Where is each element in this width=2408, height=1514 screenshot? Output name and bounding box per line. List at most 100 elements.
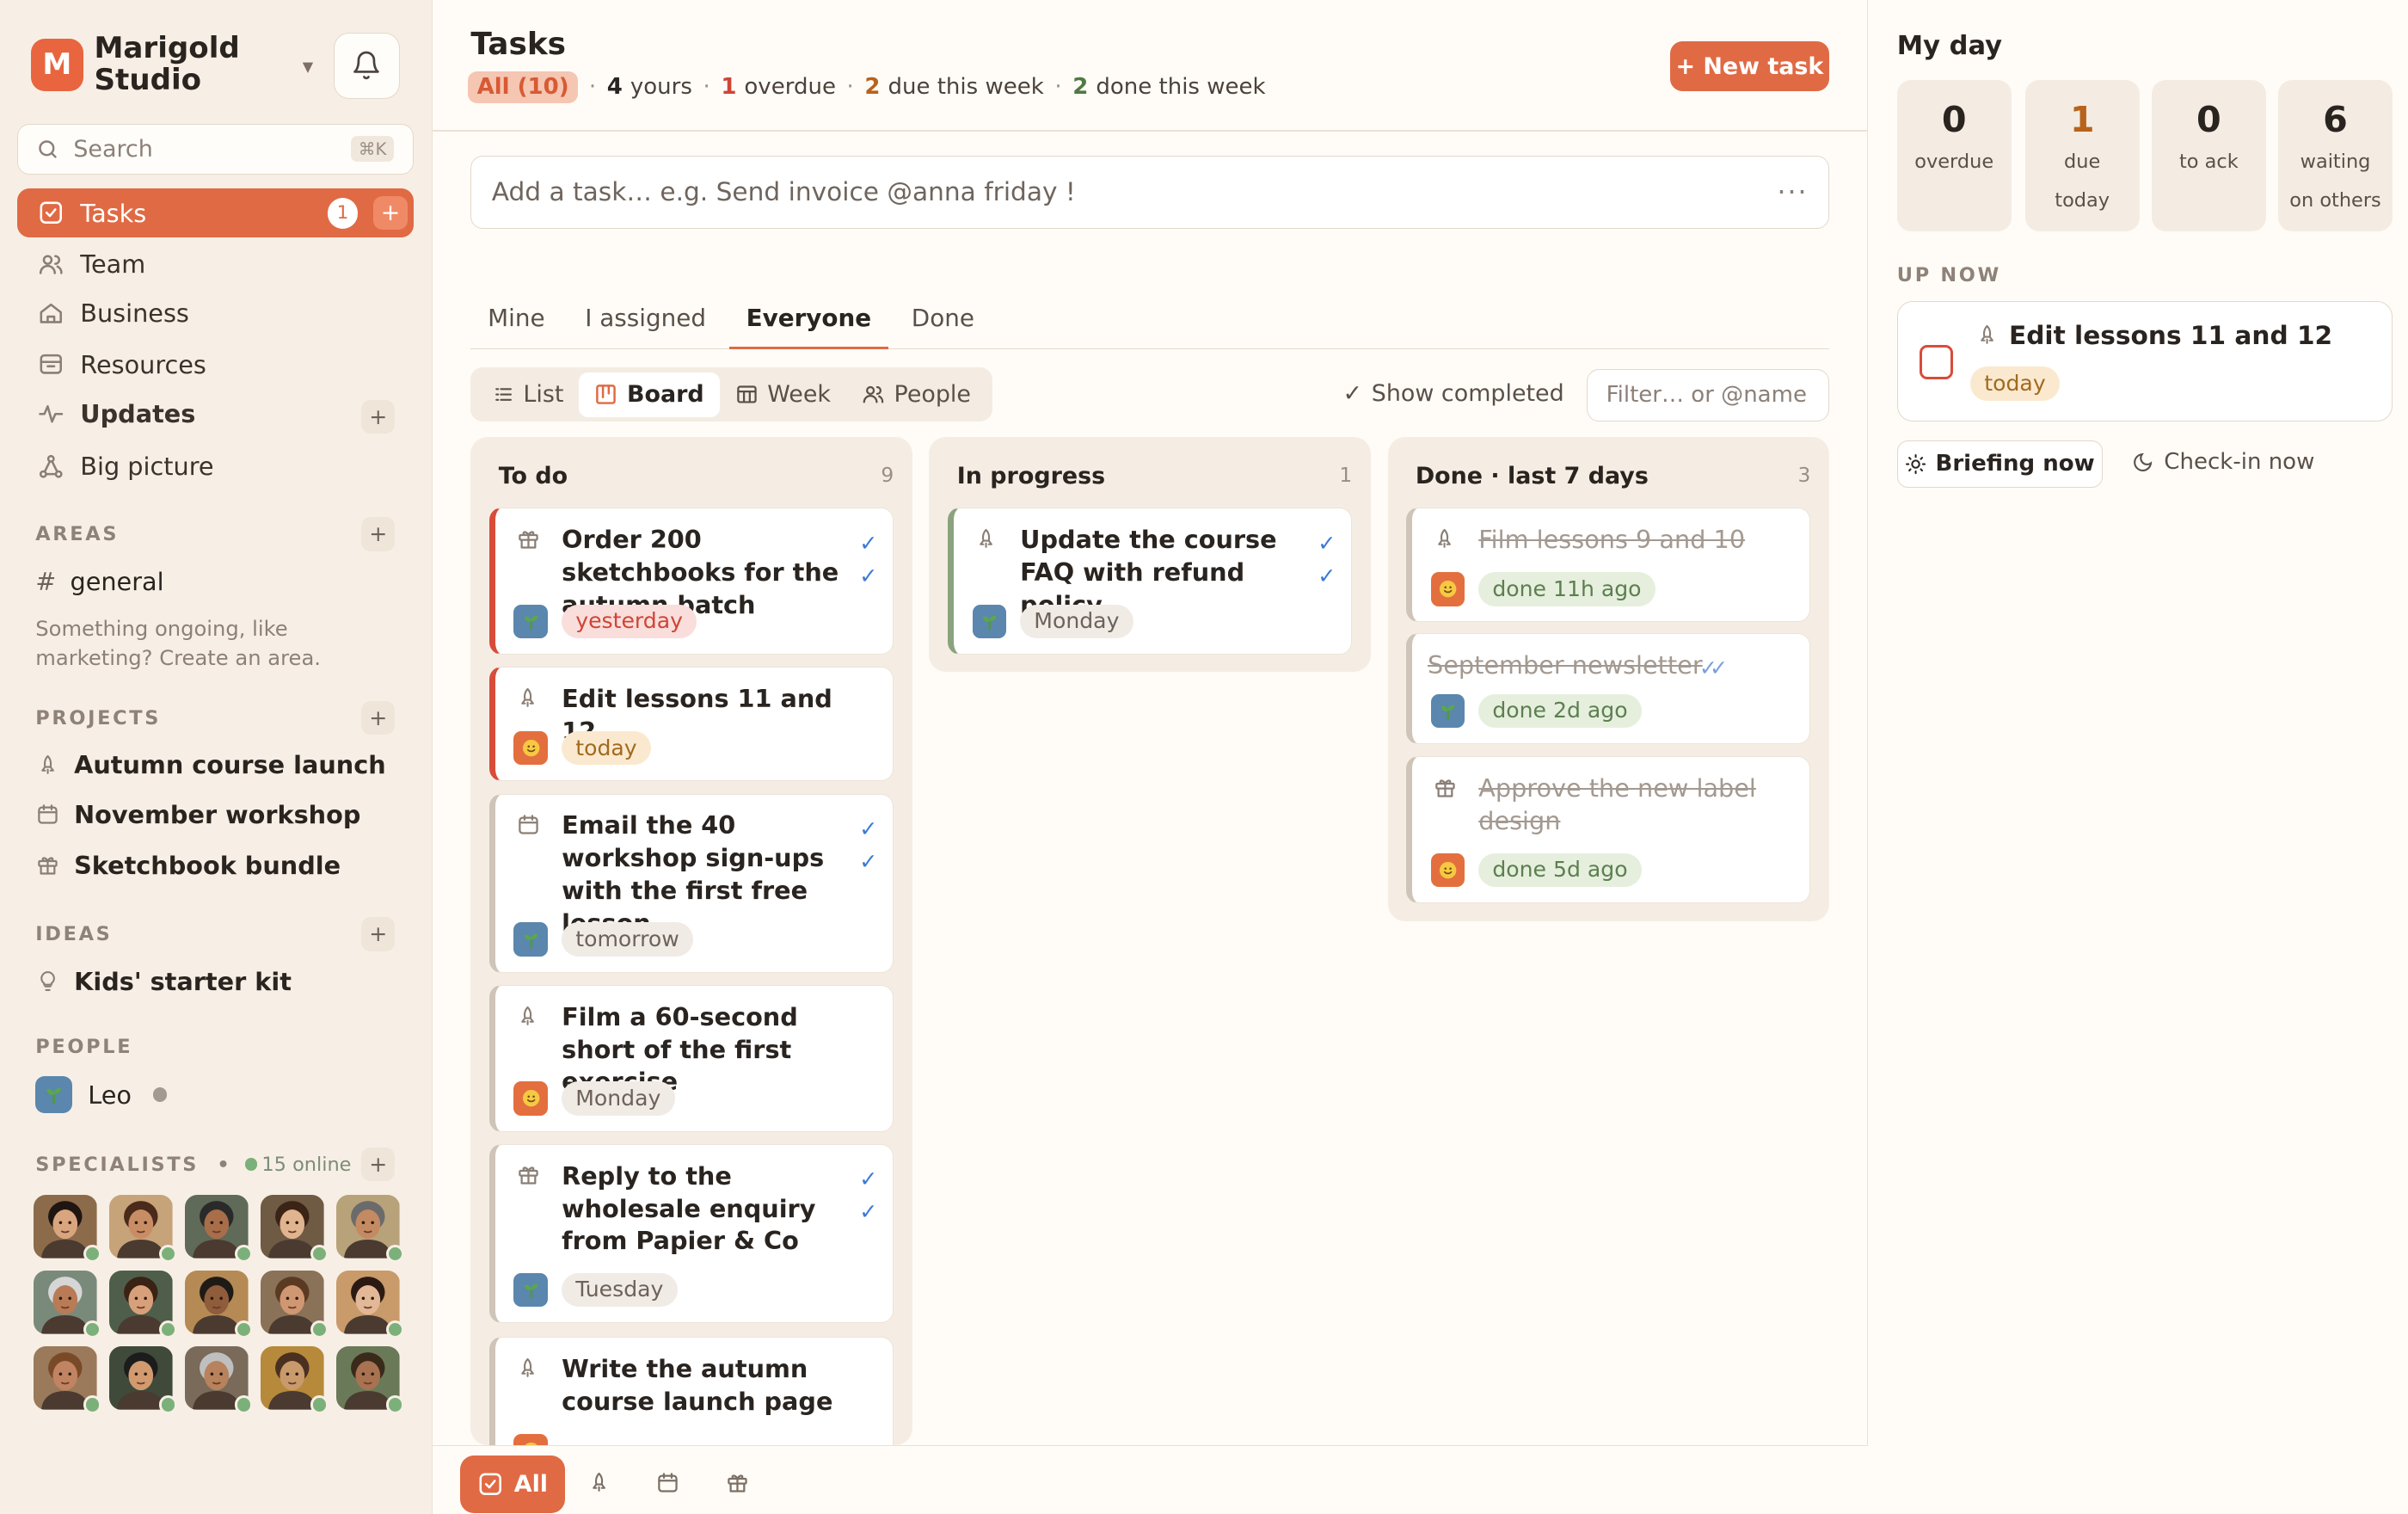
online-status-dot <box>234 1395 254 1414</box>
tab-everyone[interactable]: Everyone <box>728 301 888 349</box>
gift-icon[interactable] <box>726 1471 749 1494</box>
count-label[interactable]: overdue <box>744 74 836 100</box>
specialist-avatar[interactable] <box>261 1195 329 1264</box>
sprout-icon <box>513 604 548 639</box>
specialist-avatar[interactable] <box>261 1346 329 1414</box>
specialist-avatar[interactable] <box>336 1271 405 1339</box>
specialist-avatar[interactable] <box>34 1346 102 1414</box>
specialist-avatar[interactable] <box>109 1271 178 1339</box>
specialist-avatar[interactable] <box>261 1271 329 1339</box>
areas-hint: Something ongoing, like marketing? Creat… <box>35 617 321 671</box>
add-project-button[interactable]: + <box>360 700 396 735</box>
search-input[interactable]: Search ⌘K <box>16 123 414 175</box>
task-meta: today <box>513 730 651 766</box>
area-item-general[interactable]: # general <box>35 567 163 596</box>
task-card[interactable]: Write the autumn course launch page <box>488 1337 894 1445</box>
notifications-button[interactable] <box>333 32 400 99</box>
view-board-button[interactable]: Board <box>579 372 720 417</box>
view-people-button[interactable]: People <box>846 372 986 417</box>
task-title: Write the autumn course launch page <box>562 1354 833 1416</box>
my-day-stat[interactable]: 6 waiting on others <box>2278 80 2393 232</box>
project-item-november-workshop[interactable]: November workshop <box>35 800 360 829</box>
rocket-icon <box>35 754 60 777</box>
count-number: 2 <box>1072 74 1089 101</box>
add-specialist-button[interactable]: + <box>360 1147 396 1182</box>
task-card[interactable]: Film lessons 9 and 10 done 11h ago <box>1406 508 1811 623</box>
add-task-input[interactable]: Add a task… e.g. Send invoice @anna frid… <box>470 156 1829 229</box>
sidebar-item-big-picture[interactable]: Big picture <box>17 441 414 490</box>
sidebar-item-resources[interactable]: Resources <box>17 340 414 389</box>
specialist-avatar[interactable] <box>185 1346 254 1414</box>
search-shortcut: ⌘K <box>350 136 395 163</box>
person-item-leo[interactable]: Leo <box>35 1075 168 1114</box>
more-options-icon[interactable]: ··· <box>1777 175 1808 208</box>
board-column: Done · last 7 days 3 Film lessons 9 and 10… <box>1387 436 1829 922</box>
specialist-avatar[interactable] <box>185 1195 254 1264</box>
task-card[interactable]: Update the course FAQ with refund policy… <box>948 508 1353 655</box>
workspace-switcher[interactable]: M Marigold Studio <box>30 32 249 97</box>
add-update-button[interactable]: + <box>360 399 396 434</box>
specialist-avatar[interactable] <box>336 1346 405 1414</box>
tab-done[interactable]: Done <box>894 301 992 349</box>
filter-all-button[interactable]: All <box>459 1456 565 1513</box>
task-card[interactable]: September newsletter ✓✓ done 2d ago <box>1406 632 1811 745</box>
my-day-stat[interactable]: 0 to ack <box>2151 80 2266 232</box>
rocket-icon <box>517 1005 538 1028</box>
count-label[interactable]: yours <box>630 74 692 100</box>
specialist-avatar[interactable] <box>34 1195 102 1264</box>
task-card[interactable]: Edit lessons 11 and 12today <box>488 667 894 782</box>
show-completed-toggle[interactable]: ✓ Show completed <box>1342 380 1563 407</box>
new-task-button[interactable]: + New task <box>1669 41 1829 91</box>
task-card[interactable]: Reply to the wholesale enquiry from Papi… <box>488 1143 894 1324</box>
my-day-stat[interactable]: 1 due today <box>2024 80 2140 232</box>
calendar-icon[interactable] <box>656 1471 679 1494</box>
checkin-button[interactable]: Check-in now <box>2132 449 2314 475</box>
task-checkbox[interactable] <box>1919 345 1954 379</box>
sidebar-item-business[interactable]: Business <box>17 289 414 338</box>
sidebar-item-updates[interactable]: Updates <box>17 389 414 438</box>
stat-value: 0 <box>2196 98 2221 140</box>
tab-mine[interactable]: Mine <box>470 301 562 349</box>
idea-item-kids-starter-kit[interactable]: Kids' starter kit <box>35 967 292 996</box>
up-now-card[interactable]: Edit lessons 11 and 12 today <box>1896 300 2393 422</box>
task-card[interactable]: Email the 40 workshop sign-ups with the … <box>488 793 894 973</box>
specialist-avatar[interactable] <box>34 1271 102 1339</box>
sidebar-item-label: Team <box>80 249 146 279</box>
rocket-icon[interactable] <box>588 1471 610 1494</box>
add-idea-button[interactable]: + <box>360 917 396 951</box>
view-label: Week <box>767 381 831 409</box>
add-task-icon[interactable]: + <box>373 195 408 231</box>
view-label: People <box>894 381 971 409</box>
count-number: 4 <box>606 74 623 101</box>
online-status-dot <box>385 1244 405 1264</box>
sidebar-item-tasks[interactable]: Tasks 1 + <box>16 188 414 238</box>
project-item-sketchbook-bundle[interactable]: Sketchbook bundle <box>35 851 341 880</box>
chevron-down-icon[interactable]: ▼ <box>303 58 313 75</box>
tab-i-assigned[interactable]: I assigned <box>568 301 722 349</box>
task-card[interactable]: Film a 60-second short of the first exer… <box>488 985 894 1132</box>
online-status-dot <box>158 1395 178 1414</box>
online-status-dot <box>234 1320 254 1339</box>
my-day-stat[interactable]: 0 overdue <box>1896 80 2012 232</box>
specialist-avatar[interactable] <box>109 1346 178 1414</box>
specialist-avatar[interactable] <box>185 1271 254 1339</box>
task-card[interactable]: Approve the new label design done 5d ago <box>1406 756 1811 903</box>
sprout-icon <box>513 922 548 957</box>
filter-all-pill[interactable]: All (10) <box>467 71 579 103</box>
count-label[interactable]: done this week <box>1096 74 1265 100</box>
add-area-button[interactable]: + <box>360 517 396 551</box>
count-number: 2 <box>864 74 881 101</box>
count-label[interactable]: due this week <box>888 74 1043 100</box>
specialist-avatar[interactable] <box>109 1195 178 1264</box>
rocket-icon <box>1976 323 1998 347</box>
sidebar-item-team[interactable]: Team <box>17 239 414 288</box>
search-icon <box>36 138 59 161</box>
view-list-button[interactable]: List <box>477 372 580 417</box>
task-card[interactable]: Order 200 sketchbooks for the autumn bat… <box>488 508 894 655</box>
task-meta: done 11h ago <box>1430 572 1656 606</box>
specialist-avatar[interactable] <box>336 1195 405 1264</box>
view-week-button[interactable]: Week <box>720 372 846 417</box>
filter-input[interactable]: Filter… or @name <box>1587 368 1829 422</box>
project-item-autumn-course-launch[interactable]: Autumn course launch <box>35 750 386 779</box>
briefing-button[interactable]: Briefing now <box>1896 440 2103 489</box>
